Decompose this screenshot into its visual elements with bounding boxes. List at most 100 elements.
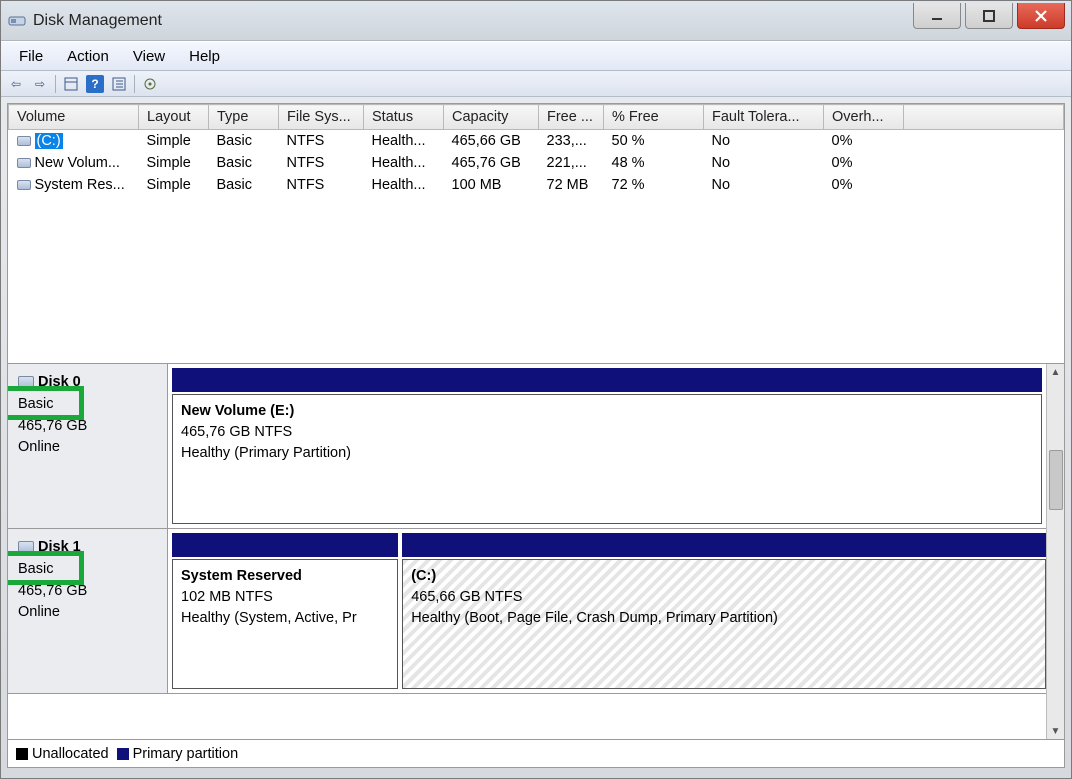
table-cell: 72 MB [539, 174, 604, 196]
table-header-row[interactable]: VolumeLayoutTypeFile Sys...StatusCapacit… [9, 105, 1064, 130]
table-cell: Basic [209, 130, 279, 153]
scroll-down-icon[interactable]: ▼ [1051, 723, 1061, 739]
partition[interactable]: (C:)465,66 GB NTFSHealthy (Boot, Page Fi… [402, 559, 1046, 689]
table-row[interactable]: System Res...SimpleBasicNTFSHealth...100… [9, 174, 1064, 196]
settings-icon[interactable] [141, 75, 159, 93]
table-cell: 0% [824, 130, 904, 153]
partition-size: 102 MB NTFS [181, 587, 389, 608]
properties-icon[interactable] [62, 75, 80, 93]
partition-status: Healthy (Boot, Page File, Crash Dump, Pr… [411, 608, 1037, 629]
table-cell: Health... [364, 130, 444, 153]
column-header[interactable]: File Sys... [279, 105, 364, 130]
maximize-button[interactable] [965, 3, 1013, 29]
table-cell: No [704, 152, 824, 174]
column-header[interactable]: Capacity [444, 105, 539, 130]
partition-header [172, 533, 398, 557]
table-cell: Basic [209, 174, 279, 196]
disk-size: 465,76 GB [18, 583, 87, 599]
list-icon[interactable] [110, 75, 128, 93]
app-window: Disk Management File Action View Help ⇦ … [0, 0, 1072, 779]
table-cell: NTFS [279, 130, 364, 153]
titlebar[interactable]: Disk Management [1, 1, 1071, 41]
menu-file[interactable]: File [7, 45, 55, 68]
partition-title: New Volume (E:) [181, 401, 1033, 422]
volume-icon [17, 158, 31, 168]
column-header[interactable]: Volume [9, 105, 139, 130]
table-cell: Simple [139, 152, 209, 174]
scroll-up-icon[interactable]: ▲ [1051, 364, 1061, 380]
volume-icon [17, 180, 31, 190]
table-row[interactable]: New Volum...SimpleBasicNTFSHealth...465,… [9, 152, 1064, 174]
menu-help[interactable]: Help [177, 45, 232, 68]
disk-status: Online [18, 604, 60, 620]
table-cell: Simple [139, 174, 209, 196]
partition-status: Healthy (System, Active, Pr [181, 608, 389, 629]
window-title: Disk Management [33, 12, 162, 30]
partition-size: 465,66 GB NTFS [411, 587, 1037, 608]
partition[interactable]: System Reserved102 MB NTFSHealthy (Syste… [172, 559, 398, 689]
volume-table-area: VolumeLayoutTypeFile Sys...StatusCapacit… [8, 104, 1064, 364]
menu-view[interactable]: View [121, 45, 177, 68]
column-header[interactable]: Layout [139, 105, 209, 130]
partition-header [172, 368, 1042, 392]
menu-action[interactable]: Action [55, 45, 121, 68]
vertical-scrollbar[interactable]: ▲ ▼ [1046, 364, 1064, 739]
disk-info[interactable]: Disk 0Basic465,76 GBOnline [8, 364, 168, 528]
table-cell: (C:) [9, 130, 139, 153]
volume-icon [17, 136, 31, 146]
table-cell: Basic [209, 152, 279, 174]
minimize-button[interactable] [913, 3, 961, 29]
unallocated-swatch-icon [16, 748, 28, 760]
table-cell: 233,... [539, 130, 604, 153]
back-icon[interactable]: ⇦ [7, 75, 25, 93]
column-header[interactable]: Type [209, 105, 279, 130]
table-cell: 0% [824, 174, 904, 196]
disk-info[interactable]: Disk 1Basic465,76 GBOnline [8, 529, 168, 693]
table-cell: 465,76 GB [444, 152, 539, 174]
table-cell: Health... [364, 152, 444, 174]
disk-icon [18, 541, 34, 553]
partition[interactable]: New Volume (E:)465,76 GB NTFSHealthy (Pr… [172, 394, 1042, 524]
table-cell: NTFS [279, 152, 364, 174]
table-cell: NTFS [279, 174, 364, 196]
table-cell: System Res... [9, 174, 139, 196]
table-cell: 221,... [539, 152, 604, 174]
disk-type: Basic [18, 396, 53, 412]
table-cell: 100 MB [444, 174, 539, 196]
toolbar: ⇦ ⇨ ? [1, 71, 1071, 97]
disk-graphical-area: Disk 0Basic465,76 GBOnlineNew Volume (E:… [8, 364, 1064, 739]
disk-size: 465,76 GB [18, 418, 87, 434]
table-cell: New Volum... [9, 152, 139, 174]
column-header[interactable]: Free ... [539, 105, 604, 130]
content-area: VolumeLayoutTypeFile Sys...StatusCapacit… [7, 103, 1065, 768]
legend: Unallocated Primary partition [8, 739, 1064, 767]
disk-partitions: New Volume (E:)465,76 GB NTFSHealthy (Pr… [168, 364, 1046, 528]
partition-title: System Reserved [181, 566, 389, 587]
table-cell: 50 % [604, 130, 704, 153]
help-icon[interactable]: ? [86, 75, 104, 93]
column-header[interactable]: Overh... [824, 105, 904, 130]
disk-partitions: System Reserved102 MB NTFSHealthy (Syste… [168, 529, 1046, 693]
window-controls [913, 3, 1065, 29]
partition-size: 465,76 GB NTFS [181, 422, 1033, 443]
column-header[interactable]: Status [364, 105, 444, 130]
column-header[interactable]: % Free [604, 105, 704, 130]
disk-list: Disk 0Basic465,76 GBOnlineNew Volume (E:… [8, 364, 1046, 739]
partition-header [402, 533, 1046, 557]
table-cell: No [704, 130, 824, 153]
legend-unallocated-label: Unallocated [32, 746, 109, 762]
primary-swatch-icon [117, 748, 129, 760]
table-row[interactable]: (C:)SimpleBasicNTFSHealth...465,66 GB233… [9, 130, 1064, 153]
table-cell: Simple [139, 130, 209, 153]
menubar: File Action View Help [1, 41, 1071, 71]
table-cell: 0% [824, 152, 904, 174]
forward-icon[interactable]: ⇨ [31, 75, 49, 93]
disk-type: Basic [18, 561, 53, 577]
close-button[interactable] [1017, 3, 1065, 29]
disk-status: Online [18, 439, 60, 455]
table-cell: 48 % [604, 152, 704, 174]
column-header[interactable]: Fault Tolera... [704, 105, 824, 130]
volume-table[interactable]: VolumeLayoutTypeFile Sys...StatusCapacit… [8, 104, 1064, 196]
scrollbar-thumb[interactable] [1049, 450, 1063, 510]
table-cell: Health... [364, 174, 444, 196]
